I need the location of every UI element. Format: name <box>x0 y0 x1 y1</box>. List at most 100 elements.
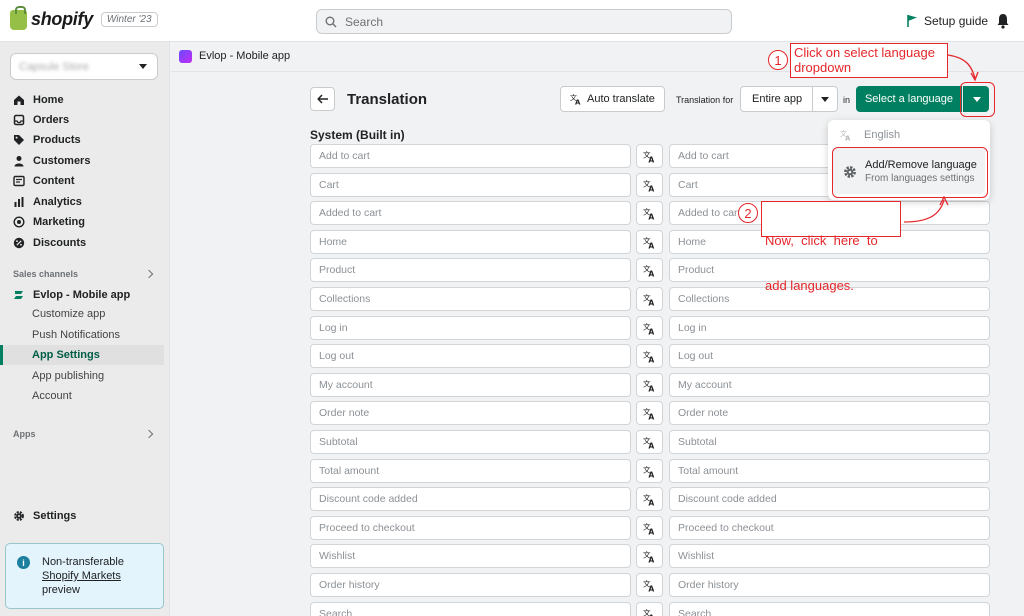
auto-translate-button[interactable]: 文A Auto translate <box>560 86 665 112</box>
translate-row-button[interactable]: 文A <box>636 401 663 425</box>
back-button[interactable] <box>310 87 335 111</box>
source-string-field[interactable]: Log in <box>310 316 631 340</box>
sales-channels-label: Sales channels <box>13 269 79 279</box>
svg-text:A: A <box>648 584 654 592</box>
translate-icon: 文A <box>643 179 654 192</box>
search-input[interactable]: Search <box>316 9 732 34</box>
sidebar-item-settings[interactable]: Settings <box>0 506 164 526</box>
translate-row-button[interactable]: 文A <box>636 173 663 197</box>
source-string-field[interactable]: Search <box>310 602 631 616</box>
sidebar-item-evlop[interactable]: Evlop - Mobile app <box>0 285 164 305</box>
info-icon: i <box>17 556 30 569</box>
translate-row-button[interactable]: 文A <box>636 544 663 568</box>
sidebar-item-label: Content <box>33 175 75 187</box>
translation-input[interactable]: Subtotal <box>669 430 990 454</box>
sidebar-sub-push-notifications[interactable]: Push Notifications <box>0 325 164 345</box>
translate-row-button[interactable]: 文A <box>636 487 663 511</box>
sidebar-item-discounts[interactable]: Discounts <box>0 233 164 253</box>
source-string-field[interactable]: Cart <box>310 173 631 197</box>
sidebar-sub-app-settings[interactable]: App Settings <box>0 345 164 365</box>
top-bar: shopify Winter '23 Search Setup guide <box>0 0 1024 42</box>
translate-icon: 文A <box>643 436 654 449</box>
sidebar-item-orders[interactable]: Orders <box>0 110 164 130</box>
source-string-field[interactable]: Added to cart <box>310 201 631 225</box>
svg-text:A: A <box>648 441 654 449</box>
translate-row-button[interactable]: 文A <box>636 144 663 168</box>
setup-guide-button[interactable]: Setup guide <box>906 14 988 28</box>
evlop-app-icon <box>14 291 23 299</box>
source-string-field[interactable]: Order history <box>310 573 631 597</box>
sidebar-item-home[interactable]: Home <box>0 90 164 110</box>
sidebar-sub-app-publishing[interactable]: App publishing <box>0 366 164 386</box>
translate-row-button[interactable]: 文A <box>636 459 663 483</box>
menu-item-english[interactable]: 文A English <box>840 129 900 141</box>
translate-row-button[interactable]: 文A <box>636 430 663 454</box>
source-string-field[interactable]: Order note <box>310 401 631 425</box>
info-line: Non-transferable <box>42 556 124 568</box>
annotation-line: Click on select language <box>794 45 935 60</box>
source-string-field[interactable]: Proceed to checkout <box>310 516 631 540</box>
translation-input[interactable]: Search <box>669 602 990 616</box>
translation-input[interactable]: Wishlist <box>669 544 990 568</box>
sidebar-sub-account[interactable]: Account <box>0 386 164 406</box>
translation-input[interactable]: Discount code added <box>669 487 990 511</box>
select-language-button[interactable]: Select a language <box>856 86 962 112</box>
page-title: Translation <box>347 91 428 108</box>
source-string-field[interactable]: Subtotal <box>310 430 631 454</box>
source-string-field[interactable]: Product <box>310 258 631 282</box>
source-string-field[interactable]: Wishlist <box>310 544 631 568</box>
svg-text:A: A <box>648 384 654 392</box>
translate-row-button[interactable]: 文A <box>636 602 663 616</box>
translation-input[interactable]: Order history <box>669 573 990 597</box>
translation-for-label: Translation for <box>676 95 734 105</box>
translate-row-button[interactable]: 文A <box>636 230 663 254</box>
translate-row-button[interactable]: 文A <box>636 373 663 397</box>
translate-icon: 文A <box>643 608 654 616</box>
translate-row-button[interactable]: 文A <box>636 573 663 597</box>
translate-row-button[interactable]: 文A <box>636 258 663 282</box>
translation-input[interactable]: Log out <box>669 344 990 368</box>
source-string-field[interactable]: Discount code added <box>310 487 631 511</box>
chevron-right-icon[interactable] <box>144 429 154 439</box>
translation-input[interactable]: Log in <box>669 316 990 340</box>
sidebar-item-customers[interactable]: Customers <box>0 151 164 171</box>
chevron-right-icon[interactable] <box>144 269 154 279</box>
bell-icon[interactable] <box>996 13 1010 29</box>
shopify-bag-icon <box>10 5 27 30</box>
translate-row-button[interactable]: 文A <box>636 201 663 225</box>
sidebar-item-products[interactable]: Products <box>0 130 164 150</box>
sidebar-sub-customize-app[interactable]: Customize app <box>0 304 164 324</box>
translate-row-button[interactable]: 文A <box>636 287 663 311</box>
scope-select[interactable]: Entire app <box>740 86 838 112</box>
annotation-highlight-dropdown <box>960 82 995 117</box>
source-string-field[interactable]: Log out <box>310 344 631 368</box>
translation-input[interactable]: Order note <box>669 401 990 425</box>
shopify-markets-link[interactable]: Shopify Markets <box>42 569 124 583</box>
source-string-field[interactable]: Home <box>310 230 631 254</box>
source-string-field[interactable]: Add to cart <box>310 144 631 168</box>
source-string-field[interactable]: My account <box>310 373 631 397</box>
sidebar-item-content[interactable]: Content <box>0 171 164 191</box>
translation-input[interactable]: Proceed to checkout <box>669 516 990 540</box>
translate-row-button[interactable]: 文A <box>636 344 663 368</box>
source-string-field[interactable]: Collections <box>310 287 631 311</box>
translation-input[interactable]: My account <box>669 373 990 397</box>
source-string-field[interactable]: Total amount <box>310 459 631 483</box>
svg-text:A: A <box>648 184 654 192</box>
translate-icon: 文A <box>643 465 654 478</box>
svg-text:A: A <box>575 99 581 106</box>
info-text: Non-transferable Shopify Markets preview <box>42 555 124 597</box>
menu-item-label: English <box>864 129 901 141</box>
sidebar-item-marketing[interactable]: Marketing <box>0 212 164 232</box>
translation-input[interactable]: Total amount <box>669 459 990 483</box>
translate-row-button[interactable]: 文A <box>636 516 663 540</box>
sidebar-item-analytics[interactable]: Analytics <box>0 192 164 212</box>
shopify-logo[interactable]: shopify Winter '23 <box>10 5 158 30</box>
annotation-line: add languages. <box>765 278 854 293</box>
brand-name: shopify <box>31 9 93 29</box>
translate-icon: 文A <box>643 236 654 249</box>
translate-row-button[interactable]: 文A <box>636 316 663 340</box>
store-selector[interactable]: Capsule Store <box>10 53 158 80</box>
svg-text:A: A <box>648 155 654 163</box>
app-name: Evlop - Mobile app <box>199 50 291 62</box>
